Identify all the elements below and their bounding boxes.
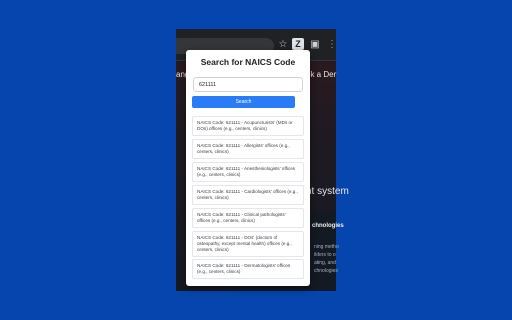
webpage-heading-fragment: nt system	[306, 186, 349, 197]
webpage-nav-fragment-right: ok a Der	[306, 70, 337, 79]
extension-icon[interactable]: Z	[292, 38, 304, 50]
popup-title: Search for NAICS Code	[200, 57, 296, 67]
result-item[interactable]: NAICS Code: 621111 - Acupuncturists' (MD…	[192, 116, 304, 136]
webpage-block-line: chnologies	[314, 268, 338, 274]
result-item[interactable]: NAICS Code: 621111 - Anesthesiologists' …	[192, 162, 304, 182]
webpage-block-line: ning metho	[314, 244, 339, 250]
more-icon[interactable]: ⋮	[326, 39, 336, 51]
result-item[interactable]: NAICS Code: 621111 - Cardiologists' offi…	[192, 185, 304, 205]
webpage-block-title: chnologies	[312, 223, 344, 229]
webpage-block-line: ating, and	[314, 260, 336, 266]
webpage-block-line: ilders to o	[314, 252, 336, 258]
search-button[interactable]: Search	[192, 96, 295, 108]
puzzle-icon[interactable]: ▣	[309, 39, 321, 51]
result-item[interactable]: NAICS Code: 621111 - Dermatologists' off…	[192, 259, 304, 279]
extension-popup: Search for NAICS Code Search NAICS Code:…	[186, 50, 310, 286]
result-item[interactable]: NAICS Code: 621111 - Clinical pathologis…	[192, 208, 304, 228]
result-item[interactable]: NAICS Code: 621111 - DOs' (doctors of os…	[192, 231, 304, 257]
result-item[interactable]: NAICS Code: 621111 - Allergists' offices…	[192, 139, 304, 159]
naics-search-input[interactable]	[193, 77, 303, 92]
